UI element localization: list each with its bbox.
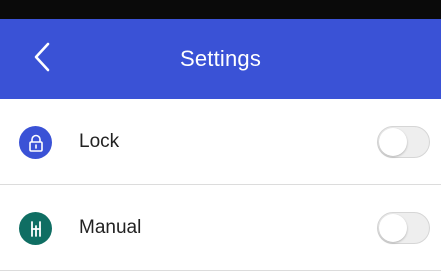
manual-toggle[interactable] [377,212,430,244]
setting-row-lock: Lock [0,99,441,185]
lock-icon [19,126,52,159]
status-bar [0,0,441,19]
manual-gear-icon [19,212,52,245]
page-title: Settings [179,46,262,71]
settings-list: Lock Manual [0,99,441,271]
setting-label-manual: Manual [79,217,142,238]
setting-label-lock: Lock [79,131,120,152]
app-bar: Settings [0,19,441,99]
setting-row-manual: Manual [0,185,441,271]
toggle-knob [379,128,407,156]
lock-toggle[interactable] [377,126,430,158]
toggle-knob [379,214,407,242]
